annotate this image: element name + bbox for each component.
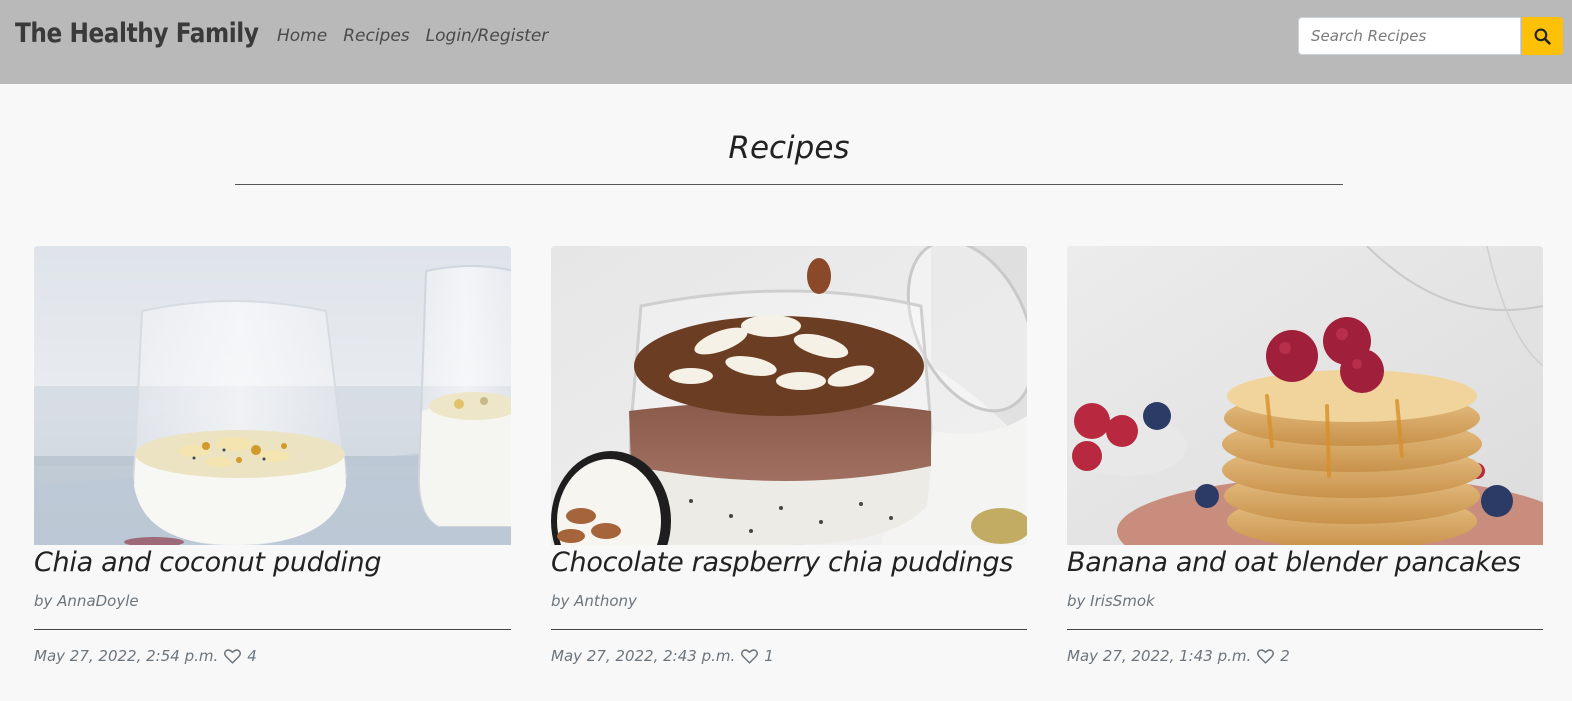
recipe-meta: May 27, 2022, 2:54 p.m. 4 [34,647,511,665]
recipe-title[interactable]: Banana and oat blender pancakes [1067,547,1543,578]
heart-icon[interactable] [741,648,759,664]
recipe-list: Chia and coconut pudding by AnnaDoyle Ma… [34,246,1543,665]
heart-icon[interactable] [224,648,242,664]
title-divider [235,184,1343,185]
recipe-image-chia-coconut[interactable] [34,246,511,545]
card-divider [34,629,511,630]
recipe-image-chocolate-chia[interactable] [551,246,1027,545]
page-title: Recipes [728,130,850,166]
recipe-author: by Anthony [551,592,637,610]
recipes-heading: Recipes [235,130,1343,185]
search-icon [1534,28,1551,45]
like-count: 4 [247,647,257,665]
recipe-title[interactable]: Chocolate raspberry chia puddings [551,547,1027,578]
like-count: 1 [764,647,774,665]
recipe-date: May 27, 2022, 2:54 p.m. [34,647,219,665]
search-form [1298,17,1563,55]
recipe-date: May 27, 2022, 1:43 p.m. [1067,647,1252,665]
search-button[interactable] [1522,17,1563,55]
nav-link-login-register[interactable]: Login/Register [426,26,549,46]
navbar: The Healthy Family Home Recipes Login/Re… [0,0,1572,84]
recipe-image-pancakes[interactable] [1067,246,1543,545]
nav-link-home[interactable]: Home [277,26,327,46]
recipe-card: Chocolate raspberry chia puddings by Ant… [551,246,1027,665]
brand-logo[interactable]: The Healthy Family [15,18,259,49]
like-count: 2 [1280,647,1290,665]
heart-icon[interactable] [1257,648,1275,664]
card-divider [551,629,1027,630]
recipe-card: Banana and oat blender pancakes by IrisS… [1067,246,1543,665]
nav-links: Home Recipes Login/Register [277,26,548,46]
recipe-card: Chia and coconut pudding by AnnaDoyle Ma… [34,246,511,665]
recipe-date: May 27, 2022, 2:43 p.m. [551,647,736,665]
recipe-meta: May 27, 2022, 1:43 p.m. 2 [1067,647,1543,665]
recipe-author: by IrisSmok [1067,592,1155,610]
recipe-author: by AnnaDoyle [34,592,139,610]
nav-link-recipes[interactable]: Recipes [343,26,409,46]
recipe-title[interactable]: Chia and coconut pudding [34,547,511,578]
card-divider [1067,629,1543,630]
recipe-meta: May 27, 2022, 2:43 p.m. 1 [551,647,1027,665]
search-input[interactable] [1298,17,1521,55]
